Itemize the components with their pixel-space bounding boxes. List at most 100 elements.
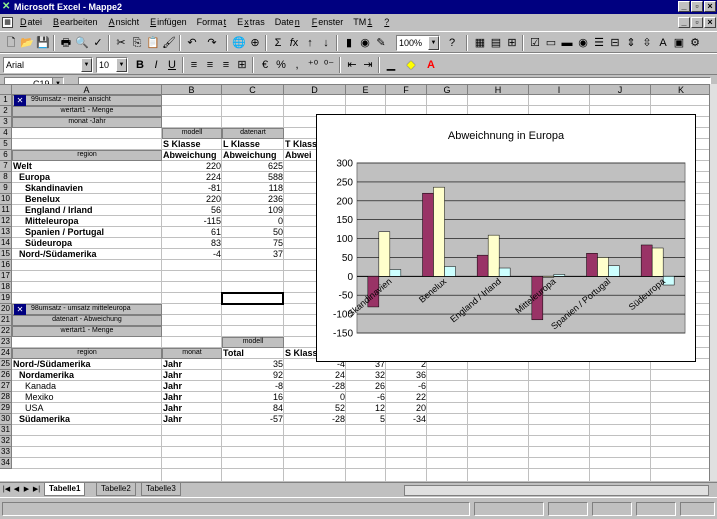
doc-close-button[interactable]: × xyxy=(704,17,716,28)
row-header-10[interactable]: 10 xyxy=(0,194,12,205)
row-header-7[interactable]: 7 xyxy=(0,161,12,172)
pivot-icon[interactable]: ✕ xyxy=(14,95,26,106)
open-icon[interactable]: 📂 xyxy=(19,35,35,51)
image-control-icon[interactable]: ▣ xyxy=(671,35,687,51)
menu-item-1[interactable]: Bearbeiten xyxy=(50,15,100,30)
column-header-e[interactable]: E xyxy=(346,85,386,95)
cut-icon[interactable]: ✂ xyxy=(113,35,129,51)
select-all-button[interactable] xyxy=(0,85,12,95)
close-button[interactable]: × xyxy=(704,1,716,12)
control-toolbox-icon[interactable]: ⊞ xyxy=(504,35,520,51)
doc-restore-button[interactable]: ▫ xyxy=(691,17,703,28)
column-field-button[interactable]: modell xyxy=(222,337,284,348)
vertical-scrollbar[interactable] xyxy=(709,84,717,481)
menu-item-7[interactable]: Fenster xyxy=(309,15,346,30)
row-header-15[interactable]: 15 xyxy=(0,249,12,260)
menu-item-9[interactable]: ? xyxy=(381,15,392,30)
row-header-34[interactable]: 34 xyxy=(0,458,12,469)
pivot-title-button[interactable]: 99umsatz - meine ansicht xyxy=(12,95,162,106)
help-icon[interactable]: ? xyxy=(444,35,460,51)
print-icon[interactable]: 🖶 xyxy=(58,35,74,51)
format-painter-icon[interactable]: 🖌 xyxy=(161,35,177,51)
row-header-26[interactable]: 26 xyxy=(0,370,12,381)
pivot-icon[interactable]: ✕ xyxy=(14,304,26,315)
column-header-k[interactable]: K xyxy=(651,85,709,95)
underline-button[interactable]: U xyxy=(164,57,180,73)
row-header-22[interactable]: 22 xyxy=(0,326,12,337)
spinner-control-icon[interactable]: ⇳ xyxy=(639,35,655,51)
sort-ascending-icon[interactable]: ↑ xyxy=(302,35,318,51)
percent-button[interactable]: % xyxy=(273,57,289,73)
increase-indent-icon[interactable]: ⇥ xyxy=(360,57,376,73)
menu-item-3[interactable]: Einfügen xyxy=(147,15,189,30)
row-header-5[interactable]: 5 xyxy=(0,139,12,150)
menu-item-5[interactable]: Extras xyxy=(235,15,267,30)
align-right-icon[interactable]: ≡ xyxy=(218,57,234,73)
pivot-title-button[interactable]: 98umsatz - umsatz mitteleuropa xyxy=(12,304,162,315)
workbook-icon[interactable]: ▦ xyxy=(2,17,13,28)
map-icon[interactable]: ◉ xyxy=(357,35,373,51)
row-header-25[interactable]: 25 xyxy=(0,359,12,370)
redo-icon[interactable]: ↷ xyxy=(204,35,220,51)
hyperlink-icon[interactable]: 🌐 xyxy=(231,35,247,51)
align-center-icon[interactable]: ≡ xyxy=(202,57,218,73)
embedded-chart[interactable]: Abweichnung in Europa 300 250 200 150 100 50 0 -… xyxy=(316,114,696,362)
row-header-12[interactable]: 12 xyxy=(0,216,12,227)
font-select[interactable]: Arial ▼ xyxy=(3,57,93,73)
page-field-button[interactable]: monat -Jahr xyxy=(12,117,162,128)
bold-button[interactable]: B xyxy=(132,57,148,73)
page-field-button[interactable]: wertart1 - Menge xyxy=(12,326,162,337)
euro-icon[interactable]: € xyxy=(257,57,273,73)
borders-icon[interactable]: ▁ xyxy=(383,57,399,73)
italic-button[interactable]: I xyxy=(148,57,164,73)
row-field-button[interactable]: monat xyxy=(162,348,222,359)
page-field-button[interactable]: datenart - Abweichung xyxy=(12,315,162,326)
column-header-i[interactable]: I xyxy=(529,85,590,95)
save-icon[interactable]: 💾 xyxy=(35,35,51,51)
column-header-a[interactable]: A xyxy=(12,85,162,95)
restore-button[interactable]: ▫ xyxy=(691,1,703,12)
paste-icon[interactable]: 📋 xyxy=(145,35,161,51)
label-control-icon[interactable]: A xyxy=(655,35,671,51)
checkbox-control-icon[interactable]: ☑ xyxy=(527,35,543,51)
combobox-control-icon[interactable]: ⊟ xyxy=(607,35,623,51)
page-field-button[interactable]: wertart1 - Menge xyxy=(12,106,162,117)
row-field-button[interactable]: region xyxy=(12,150,162,161)
align-left-icon[interactable]: ≡ xyxy=(186,57,202,73)
first-sheet-icon[interactable]: |◀ xyxy=(2,485,11,495)
row-header-16[interactable]: 16 xyxy=(0,260,12,271)
menu-item-0[interactable]: Datei xyxy=(17,15,44,30)
sort-descending-icon[interactable]: ↓ xyxy=(318,35,334,51)
function-icon[interactable]: fx xyxy=(286,35,302,51)
row-header-14[interactable]: 14 xyxy=(0,238,12,249)
row-header-28[interactable]: 28 xyxy=(0,392,12,403)
row-header-32[interactable]: 32 xyxy=(0,436,12,447)
column-field-button[interactable]: datenart xyxy=(222,128,284,139)
column-field-button[interactable]: modell xyxy=(162,128,222,139)
pivot-table-icon[interactable]: ▤ xyxy=(488,35,504,51)
web-toolbar-icon[interactable]: ⊕ xyxy=(247,35,263,51)
row-header-2[interactable]: 2 xyxy=(0,106,12,117)
row-header-13[interactable]: 13 xyxy=(0,227,12,238)
menu-item-6[interactable]: Daten xyxy=(273,15,303,30)
column-header-d[interactable]: D xyxy=(284,85,346,95)
tab-tabelle1[interactable]: Tabelle1 xyxy=(44,483,86,496)
row-header-8[interactable]: 8 xyxy=(0,172,12,183)
row-header-1[interactable]: 1 xyxy=(0,95,12,106)
last-sheet-icon[interactable]: ▶| xyxy=(32,485,41,495)
row-header-27[interactable]: 27 xyxy=(0,381,12,392)
button-control-icon[interactable]: ▬ xyxy=(559,35,575,51)
next-sheet-icon[interactable]: ▶ xyxy=(22,485,31,495)
column-header-b[interactable]: B xyxy=(162,85,222,95)
horizontal-scrollbar[interactable] xyxy=(404,485,709,496)
decrease-decimal-icon[interactable]: ⁰⁻ xyxy=(321,57,337,73)
fill-color-icon[interactable]: ◆ xyxy=(403,57,419,73)
column-header-f[interactable]: F xyxy=(386,85,427,95)
row-header-17[interactable]: 17 xyxy=(0,271,12,282)
row-header-24[interactable]: 24 xyxy=(0,348,12,359)
row-header-20[interactable]: 20 xyxy=(0,304,12,315)
row-header-9[interactable]: 9 xyxy=(0,183,12,194)
copy-icon[interactable]: ⎘ xyxy=(129,35,145,51)
autosum-icon[interactable]: Σ xyxy=(270,35,286,51)
row-header-6[interactable]: 6 xyxy=(0,150,12,161)
